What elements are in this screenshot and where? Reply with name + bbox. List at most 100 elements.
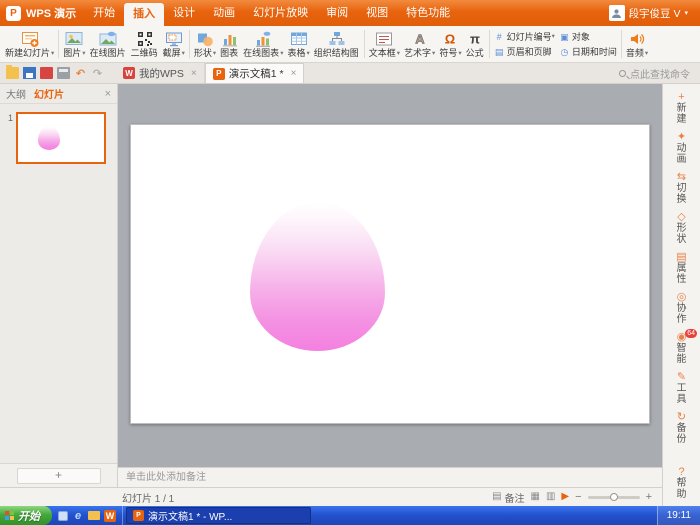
notes-area[interactable]: 单击此处添加备注: [118, 467, 662, 487]
button-label: 幻灯片编号: [507, 31, 552, 43]
user-name[interactable]: 段宇俊豆 V: [629, 6, 681, 21]
egg-shape-thumbnail: [38, 126, 60, 150]
user-avatar[interactable]: [609, 5, 625, 21]
org-chart-button[interactable]: 组织结构图: [312, 27, 362, 61]
title-bar-right: 段宇俊豆 V ▾: [609, 0, 700, 26]
sidebar-item-collaboration[interactable]: ◎ 协作: [663, 288, 700, 328]
ie-icon[interactable]: e: [72, 510, 84, 522]
qr-code-button[interactable]: 二维码: [129, 27, 161, 61]
presentation-file-icon: P: [133, 510, 144, 521]
export-icon[interactable]: [40, 67, 53, 79]
audio-speaker-icon: [628, 30, 646, 48]
doc-tab-presentation1[interactable]: P 演示文稿1 * ×: [205, 63, 305, 83]
menu-tab-design[interactable]: 设计: [164, 0, 204, 26]
egg-shape[interactable]: [250, 202, 385, 351]
new-slide-button[interactable]: 新建幻灯片▾: [3, 27, 56, 61]
menu-tab-home[interactable]: 开始: [84, 0, 124, 26]
command-search[interactable]: 点此查找命令: [619, 63, 700, 83]
ribbon-separator: [489, 30, 490, 58]
windows-flag-icon: [5, 511, 14, 520]
shapes-button[interactable]: 形状▾: [192, 27, 218, 61]
svg-text:π: π: [470, 31, 480, 46]
wps-logo-icon: P: [6, 6, 21, 21]
open-folder-icon[interactable]: [6, 67, 19, 79]
header-footer-button[interactable]: ▤ 页眉和页脚: [494, 46, 555, 58]
formula-button[interactable]: π 公式: [464, 27, 487, 61]
slide-sorter-icon[interactable]: ▥: [546, 491, 555, 503]
menu-tab-animation[interactable]: 动画: [204, 0, 244, 26]
add-slide-button[interactable]: +: [17, 468, 101, 484]
taskbar-window-button[interactable]: P 演示文稿1 * - WP...: [126, 507, 311, 524]
transition-icon: ⇆: [677, 171, 686, 183]
close-tab-icon[interactable]: ×: [291, 68, 297, 79]
wps-icon[interactable]: W: [104, 510, 116, 522]
menu-tab-special-features[interactable]: 特色功能: [397, 0, 459, 26]
close-tab-icon[interactable]: ×: [191, 68, 197, 79]
zoom-out-button[interactable]: −: [575, 491, 581, 503]
wps-tab-icon: W: [123, 67, 135, 79]
document-tabs: W 我的WPS × P 演示文稿1 * ×: [116, 63, 304, 83]
doc-tab-my-wps[interactable]: W 我的WPS ×: [116, 63, 205, 83]
online-chart-button[interactable]: 在线图表▾: [241, 27, 285, 61]
zoom-in-button[interactable]: +: [646, 491, 652, 503]
menu-tab-slideshow[interactable]: 幻灯片放映: [244, 0, 317, 26]
slide-thumbnail[interactable]: [16, 112, 106, 164]
status-bar-right: ▤ 备注 ▦ ▥ ▶ − +: [492, 490, 662, 505]
redo-icon[interactable]: ↷: [91, 67, 104, 79]
sidebar-item-smart[interactable]: 64 ◉ 智能: [663, 328, 700, 368]
tab-slides[interactable]: 幻灯片: [34, 86, 64, 101]
search-placeholder: 点此查找命令: [630, 66, 690, 81]
online-picture-button[interactable]: 在线图片: [88, 27, 129, 61]
text-box-button[interactable]: 文本框▾: [367, 27, 402, 61]
start-button[interactable]: 开始: [0, 506, 52, 525]
zoom-slider[interactable]: [588, 496, 640, 499]
sidebar-item-new[interactable]: + 新建: [663, 88, 700, 128]
date-time-button[interactable]: ◷ 日期和时间: [559, 46, 617, 58]
sidebar-item-properties[interactable]: ▤ 属性: [663, 248, 700, 288]
editing-canvas[interactable]: [118, 84, 662, 467]
normal-view-icon[interactable]: ▦: [531, 491, 540, 503]
menu-tab-insert[interactable]: 插入: [124, 3, 164, 26]
button-label: 二维码: [131, 48, 158, 59]
audio-button[interactable]: 音频▾: [624, 27, 650, 61]
slideshow-icon[interactable]: ▶: [561, 491, 569, 503]
slide[interactable]: [130, 124, 650, 424]
table-button[interactable]: 表格▾: [285, 27, 311, 61]
word-art-button[interactable]: A 艺术字▾: [402, 27, 437, 61]
button-label: 在线图片: [90, 48, 126, 59]
sidebar-item-backup[interactable]: ↻ 备份: [663, 408, 700, 448]
menu-tab-strip: 开始 插入 设计 动画 幻灯片放映 审阅 视图 特色功能: [84, 0, 459, 26]
tab-label: 我的WPS: [139, 66, 184, 81]
picture-button[interactable]: 图片▾: [61, 27, 87, 61]
help-button[interactable]: ? 帮助: [663, 463, 700, 503]
slide-number-icon: #: [494, 31, 505, 43]
menu-tab-view[interactable]: 视图: [357, 0, 397, 26]
save-icon[interactable]: [23, 67, 36, 79]
status-bar: 幻灯片 1 / 1 ▤ 备注 ▦ ▥ ▶ − +: [0, 487, 662, 506]
undo-icon[interactable]: ↶: [74, 67, 87, 79]
chart-button[interactable]: 图表: [218, 27, 241, 61]
online-chart-icon: [254, 30, 272, 48]
symbol-button[interactable]: Ω 符号▾: [437, 27, 463, 61]
folder-icon[interactable]: [88, 511, 100, 520]
menu-tab-review[interactable]: 审阅: [317, 0, 357, 26]
user-dropdown-arrow-icon[interactable]: ▾: [684, 9, 688, 17]
zoom-slider-knob[interactable]: [610, 493, 618, 501]
show-desktop-icon[interactable]: [58, 511, 68, 521]
app-logo[interactable]: P WPS 演示: [0, 0, 84, 26]
sidebar-item-animation[interactable]: ✦ 动画: [663, 128, 700, 168]
sidebar-item-tools[interactable]: ✎ 工具: [663, 368, 700, 408]
object-button[interactable]: ▣ 对象: [559, 31, 617, 43]
slide-indicator: 幻灯片 1 / 1: [0, 490, 174, 505]
notes-toggle[interactable]: ▤ 备注: [492, 490, 524, 505]
tab-outline[interactable]: 大纲: [6, 86, 26, 101]
new-slide-icon: [21, 30, 39, 48]
ribbon-separator: [58, 30, 59, 58]
close-panel-icon[interactable]: ×: [105, 88, 111, 100]
quick-launch: e W: [52, 506, 123, 525]
sidebar-item-shape[interactable]: ◇ 形状: [663, 208, 700, 248]
screenshot-button[interactable]: 截屏▾: [161, 27, 187, 61]
sidebar-item-transition[interactable]: ⇆ 切换: [663, 168, 700, 208]
slide-number-button[interactable]: # 幻灯片编号 ▾: [494, 31, 555, 43]
print-icon[interactable]: [57, 67, 70, 79]
